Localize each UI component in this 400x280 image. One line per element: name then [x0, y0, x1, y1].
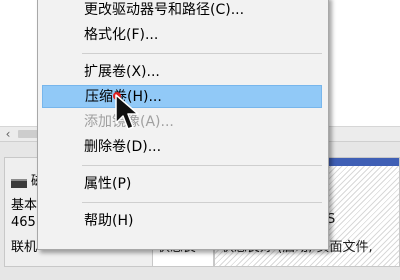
- disk-icon: [11, 179, 27, 188]
- menu-separator: [82, 53, 322, 54]
- menu-separator: [82, 202, 322, 203]
- disk-size: 465: [11, 215, 36, 230]
- menu-item-format[interactable]: 格式化(F)...: [40, 24, 324, 47]
- menu-item-help[interactable]: 帮助(H): [40, 210, 324, 233]
- menu-item-extend-volume[interactable]: 扩展卷(X)...: [40, 61, 324, 84]
- menu-item-add-mirror[interactable]: 添加镜像(A)...: [40, 111, 324, 134]
- menu-item-change-drive-letter[interactable]: 更改驱动器号和路径(C)...: [40, 0, 324, 22]
- chevron-left-icon[interactable]: ‹: [2, 127, 14, 141]
- menu-separator: [82, 165, 322, 166]
- disk-status: 联机: [11, 240, 38, 255]
- menu-item-delete-volume[interactable]: 删除卷(D)...: [40, 136, 324, 159]
- disk-management-window: ‹ 磁 基本 465 联机 状态良 S 状态良好 (启动, 页面文件, 更改驱动…: [0, 0, 400, 280]
- context-menu: 更改驱动器号和路径(C)... 格式化(F)... 扩展卷(X)... 压缩卷(…: [37, 0, 329, 250]
- menu-item-properties[interactable]: 属性(P): [40, 173, 324, 196]
- click-indicator: [113, 92, 121, 100]
- disk-type: 基本: [11, 198, 38, 213]
- menu-item-shrink-volume[interactable]: 压缩卷(H)...: [42, 85, 322, 108]
